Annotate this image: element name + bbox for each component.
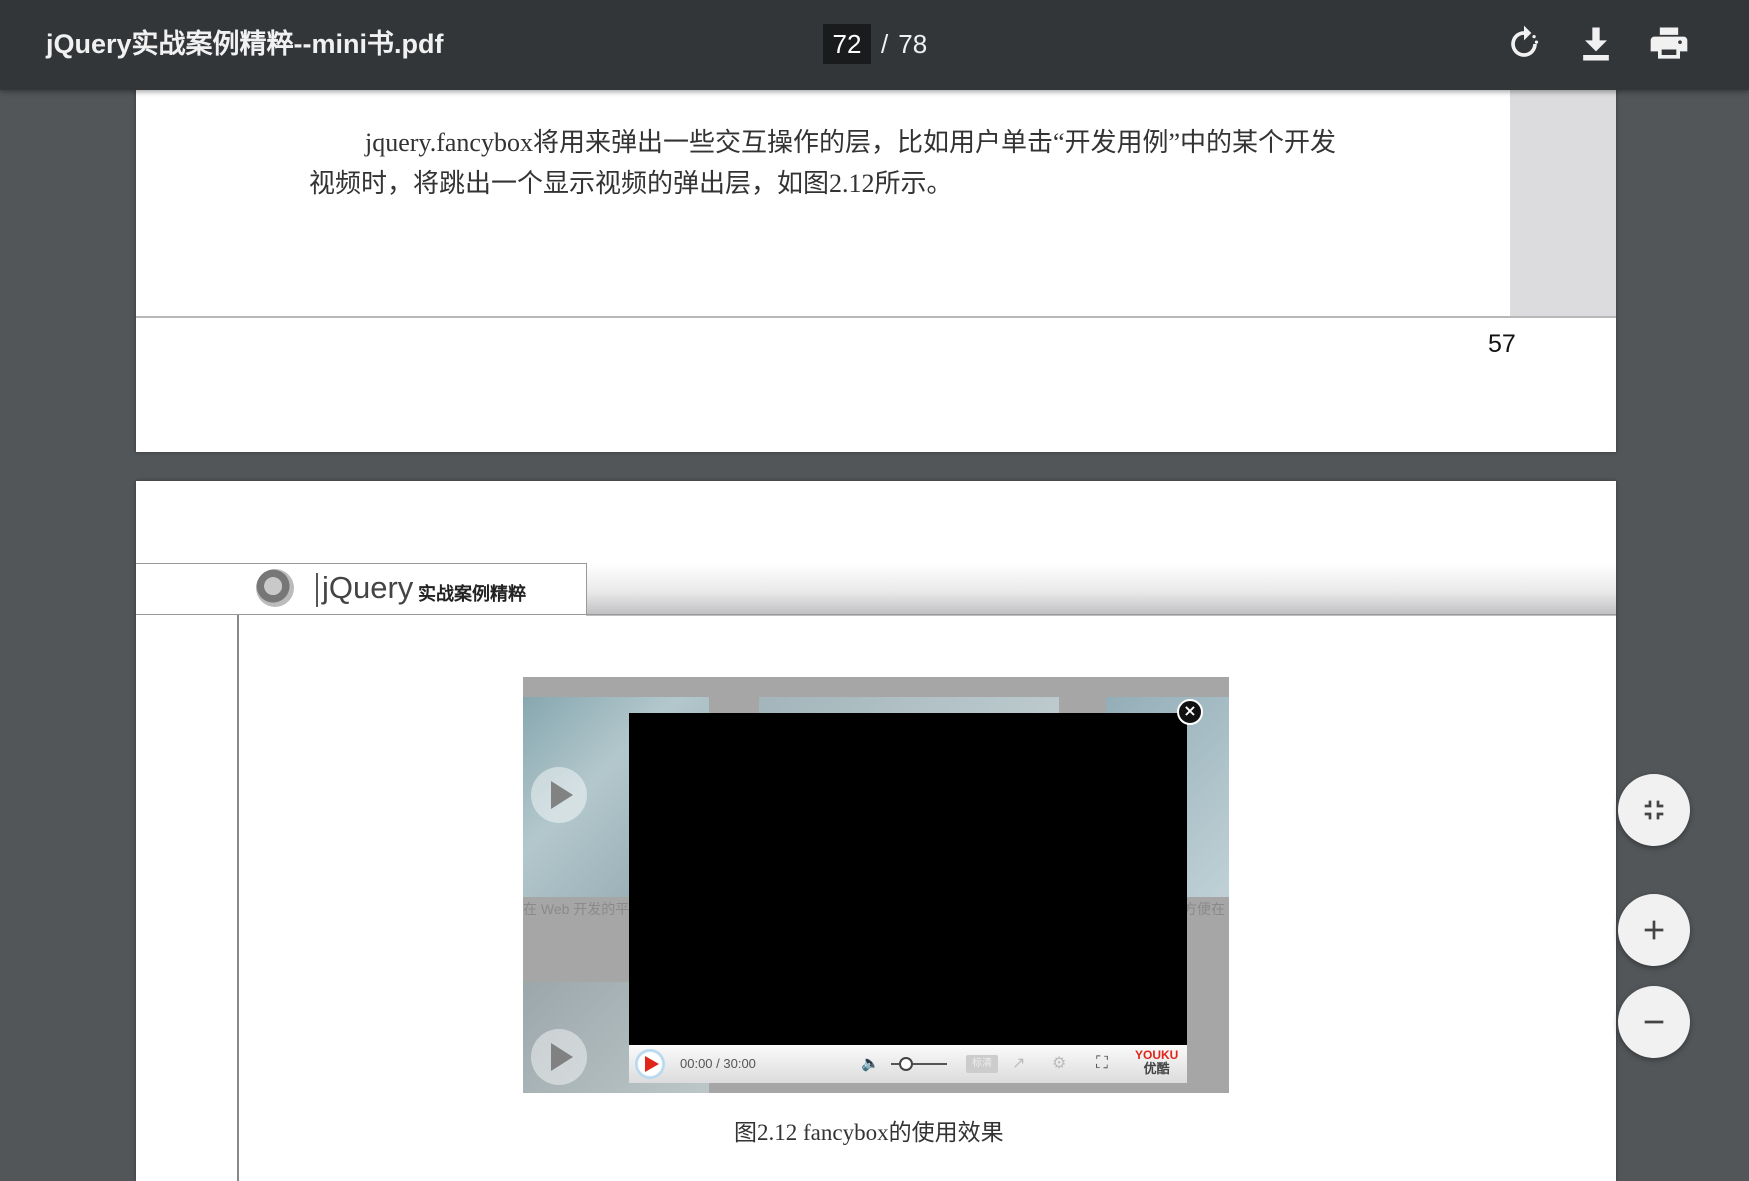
youku-logo-en: YOUKU: [1135, 1048, 1179, 1062]
body-paragraph: jquery.fancybox将用来弹出一些交互操作的层，比如用户单击“开发用例…: [309, 122, 1449, 204]
pdf-page-58: jQuery 实战案例精粹 在 Web 开发的平 方便在 00:00 / 30:…: [136, 481, 1616, 1181]
page-number: 57: [1488, 330, 1516, 358]
gear-icon: ⚙: [1052, 1055, 1067, 1072]
rotate-button[interactable]: [1502, 22, 1546, 66]
figure-caption: 图2.12 fancybox的使用效果: [734, 1120, 1004, 1145]
header-gradient-band: [586, 563, 1616, 616]
play-button-icon: [635, 1049, 665, 1079]
youku-logo: YOUKU 优酷: [1135, 1048, 1178, 1076]
volume-icon: 🔈: [861, 1055, 880, 1072]
page-separator: /: [881, 28, 889, 59]
header-rule: [136, 614, 1616, 615]
total-pages: 78: [898, 28, 928, 59]
quality-label: 标清: [966, 1055, 998, 1073]
cd-hand-logo-icon: [256, 569, 294, 607]
pdf-toolbar: jQuery实战案例精粹--mini书.pdf 72 / 78: [0, 0, 1749, 90]
download-icon: [1583, 27, 1609, 61]
margin-rule: [237, 615, 239, 1181]
page-number-input[interactable]: 72: [823, 24, 871, 64]
book-header-logo: jQuery 实战案例精粹: [136, 563, 587, 615]
zoom-out-icon: [1644, 1020, 1664, 1024]
faded-caption: 在 Web 开发的平: [523, 901, 630, 917]
close-icon: ×: [1177, 699, 1203, 725]
volume-knob: [899, 1057, 913, 1071]
logo-jquery-text: jQuery: [322, 570, 414, 605]
paragraph-line: jquery.fancybox将用来弹出一些交互操作的层，比如用户单击“开发用例…: [365, 128, 1337, 157]
page-selector: 72 / 78: [823, 24, 927, 64]
youku-logo-cn: 优酷: [1143, 1061, 1170, 1076]
video-time: 00:00 / 30:00: [680, 1056, 756, 1071]
share-icon: ↗: [1012, 1055, 1026, 1072]
play-icon: [531, 767, 587, 823]
rotate-icon: [1511, 25, 1539, 57]
video-player-popup: 00:00 / 30:00 🔈 标清 ↗ ⚙ ⛶ YOUKU 优酷: [629, 713, 1187, 1083]
fit-page-icon: [1644, 800, 1664, 820]
paragraph-line: 视频时，将跳出一个显示视频的弹出层，如图2.12所示。: [309, 169, 953, 198]
zoom-in-icon: [1644, 920, 1664, 940]
play-icon: [531, 1029, 587, 1085]
footer-rule: [136, 316, 1616, 318]
logo-divider: [316, 573, 318, 607]
print-icon: [1650, 27, 1688, 59]
figure-screenshot: 在 Web 开发的平 方便在 00:00 / 30:00 🔈 标清 ↗ ⚙ ⛶ …: [523, 677, 1229, 1093]
fit-page-button[interactable]: [1618, 774, 1690, 846]
fullscreen-icon: ⛶: [1096, 1053, 1108, 1072]
zoom-out-button[interactable]: [1618, 986, 1690, 1058]
faded-caption: 方便在: [1183, 901, 1225, 917]
document-title: jQuery实战案例精粹--mini书.pdf: [46, 29, 444, 59]
logo-chinese-text: 实战案例精粹: [418, 584, 526, 604]
zoom-in-button[interactable]: [1618, 894, 1690, 966]
download-button[interactable]: [1574, 22, 1618, 66]
video-control-bar: 00:00 / 30:00 🔈 标清 ↗ ⚙ ⛶ YOUKU 优酷: [629, 1045, 1187, 1083]
print-button[interactable]: [1647, 22, 1691, 66]
